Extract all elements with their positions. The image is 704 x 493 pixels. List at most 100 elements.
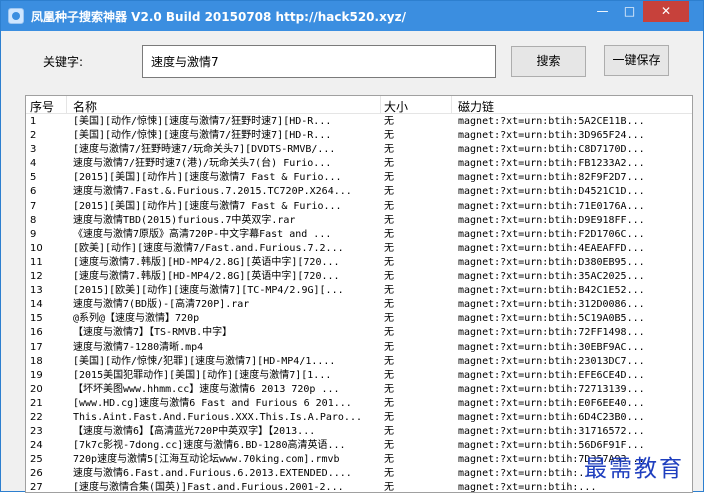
row-size: 无	[384, 468, 394, 480]
row-size: 无	[384, 130, 394, 142]
table-row[interactable]: 8 速度与激情TBD(2015)furious.7中英双字.rar 无 magnet:…	[26, 214, 692, 228]
list-rows: 1 [美国][动作/惊悚][速度与激情7/狂野时速7][HD-R... 无 magne…	[26, 115, 692, 493]
row-size: 无	[384, 299, 394, 311]
row-name: [美国][动作/惊悚][速度与激情7/狂野时速7][HD-R...	[73, 130, 332, 142]
results-list[interactable]: 序号 名称 大小 磁力链 1 [美国][动作/惊悚][速度与激情7/狂野时速7][…	[25, 95, 693, 493]
row-size: 无	[384, 383, 394, 395]
table-row[interactable]: 12 [速度与激情7.韩版][HD-MP4/2.8G][英语中字][720... 无…	[26, 270, 692, 284]
column-divider[interactable]	[451, 96, 452, 114]
column-header-no[interactable]: 序号	[30, 98, 54, 115]
row-name: 速度与激情TBD(2015)furious.7中英双字.rar	[73, 214, 296, 226]
row-size: 无	[384, 369, 394, 381]
row-size: 无	[384, 411, 394, 423]
column-header-size[interactable]: 大小	[384, 98, 408, 115]
table-row[interactable]: 17 速度与激情7-1280清晰.mp4 无 magnet:?xt=urn:btih:…	[26, 341, 692, 355]
row-magnet-link: magnet:?xt=urn:btih:4EAEAFFD...	[458, 242, 645, 254]
table-row[interactable]: 22 This.Aint.Fast.And.Furious.XXX.This.Is…	[26, 411, 692, 425]
keyword-input[interactable]: 速度与激情7	[142, 45, 496, 78]
row-magnet-link: magnet:?xt=urn:btih:...	[458, 482, 597, 493]
maximize-button[interactable]: □	[616, 1, 643, 22]
row-name: [速度与激情7.韩版][HD-MP4/2.8G][英语中字][720...	[73, 271, 340, 283]
row-magnet-link: magnet:?xt=urn:btih:312D0086...	[458, 299, 645, 311]
table-row[interactable]: 9 《速度与激情7原版》高清720P-中文字幕Fast and ... 无 magne…	[26, 228, 692, 242]
table-row[interactable]: 23 【速度与激情6】【高清蓝光720P中英双字】【2013... 无 magnet:…	[26, 425, 692, 439]
row-magnet-link: magnet:?xt=urn:btih:71E0176A...	[458, 200, 645, 212]
row-magnet-link: magnet:?xt=urn:btih:23013DC7...	[458, 355, 645, 367]
table-row[interactable]: 6 速度与激情7.Fast.&.Furious.7.2015.TC720P.X26…	[26, 185, 692, 199]
row-magnet-link: magnet:?xt=urn:btih:F2D1706C...	[458, 228, 645, 240]
table-row[interactable]: 16 【速度与激情7】【TS-RMVB.中字】 无 magnet:?xt=urn:bt…	[26, 326, 692, 340]
row-name: [速度与激情合集(国英)]Fast.and.Furious.2001-2...	[73, 482, 344, 493]
row-size: 无	[384, 158, 394, 170]
table-row[interactable]: 10 [欧美][动作][速度与激情7/Fast.and.Furious.7.2..…	[26, 242, 692, 256]
minimize-button[interactable]: —	[589, 1, 616, 22]
row-magnet-link: magnet:?xt=urn:btih:D4521C1D...	[458, 186, 645, 198]
row-magnet-link: magnet:?xt=urn:btih:B42C1E52...	[458, 285, 645, 297]
table-row[interactable]: 13 [2015][欧美][动作][速度与激情7][TC-MP4/2.9G][..…	[26, 284, 692, 298]
row-number: 3	[30, 144, 37, 156]
row-number: 21	[30, 397, 43, 409]
row-magnet-link: magnet:?xt=urn:btih:3D965F24...	[458, 130, 645, 142]
row-number: 7	[30, 200, 37, 212]
row-size: 无	[384, 242, 394, 254]
table-row[interactable]: 1 [美国][动作/惊悚][速度与激情7/狂野时速7][HD-R... 无 magne…	[26, 115, 692, 129]
app-window: 凤凰种子搜索神器 V2.0 Build 20150708 http://hack…	[0, 0, 704, 493]
table-row[interactable]: 14 速度与激情7(BD版)-[高清720P].rar 无 magnet:?xt=ur…	[26, 298, 692, 312]
column-divider[interactable]	[380, 96, 381, 114]
row-number: 27	[30, 482, 43, 493]
row-magnet-link: magnet:?xt=urn:btih:30EBF9AC...	[458, 341, 645, 353]
table-row[interactable]: 21 [www.HD.cg]速度与激情6 Fast and Furious 6 2…	[26, 397, 692, 411]
row-name: [美国][动作/惊悚][速度与激情7/狂野时速7][HD-R...	[73, 116, 332, 127]
row-number: 11	[30, 256, 43, 268]
row-magnet-link: magnet:?xt=urn:btih:31716572...	[458, 426, 645, 438]
table-row[interactable]: 7 [2015][美国][动作片][速度与激情7 Fast & Furio... 无…	[26, 200, 692, 214]
row-number: 5	[30, 172, 37, 184]
save-all-button[interactable]: 一键保存	[604, 45, 669, 76]
row-name: 速度与激情7-1280清晰.mp4	[73, 341, 204, 353]
row-size: 无	[384, 285, 394, 297]
row-number: 4	[30, 158, 37, 170]
app-logo-icon	[8, 8, 24, 24]
row-name: [www.HD.cg]速度与激情6 Fast and Furious 6 201…	[73, 397, 352, 409]
table-row[interactable]: 20 【坏坏美图www.hhmm.cc】速度与激情6 2013 720p ... 无…	[26, 383, 692, 397]
table-row[interactable]: 15 @系列@【速度与激情】720p 无 magnet:?xt=urn:btih:5C…	[26, 312, 692, 326]
row-number: 13	[30, 285, 43, 297]
row-name: [2015美国犯罪动作][美国][动作][速度与激情7][1...	[73, 369, 332, 381]
table-row[interactable]: 27 [速度与激情合集(国英)]Fast.and.Furious.2001-2..…	[26, 481, 692, 493]
row-number: 9	[30, 228, 37, 240]
row-name: [美国][动作/惊悚/犯罪][速度与激情7][HD-MP4/1....	[73, 355, 336, 367]
row-number: 15	[30, 313, 43, 325]
column-header-magnet[interactable]: 磁力链	[458, 98, 494, 115]
table-row[interactable]: 3 [速度与激情7/狂野時速7/玩命关头7][DVDTS-RMVB/... 无 mag…	[26, 143, 692, 157]
row-magnet-link: magnet:?xt=urn:btih:C8D7170D...	[458, 144, 645, 156]
row-size: 无	[384, 426, 394, 438]
row-name: 《速度与激情7原版》高清720P-中文字幕Fast and ...	[73, 228, 332, 240]
table-row[interactable]: 4 速度与激情7/狂野时速7(港)/玩命关头7(台) Furio... 无 magne…	[26, 157, 692, 171]
table-row[interactable]: 5 [2015][美国][动作片][速度与激情7 Fast & Furio... 无…	[26, 171, 692, 185]
row-size: 无	[384, 341, 394, 353]
row-name: 720p速度与激情5[江海互动论坛www.70king.com].rmvb	[73, 454, 340, 466]
row-magnet-link: magnet:?xt=urn:btih:35AC2025...	[458, 271, 645, 283]
table-row[interactable]: 19 [2015美国犯罪动作][美国][动作][速度与激情7][1... 无 magn…	[26, 369, 692, 383]
row-name: [7k7c影视-7dong.cc]速度与激情6.BD-1280高清英语...	[73, 440, 346, 452]
row-number: 1	[30, 116, 37, 127]
row-number: 12	[30, 271, 43, 283]
table-row[interactable]: 2 [美国][动作/惊悚][速度与激情7/狂野时速7][HD-R... 无 magne…	[26, 129, 692, 143]
row-number: 26	[30, 468, 43, 480]
title-bar[interactable]: 凤凰种子搜索神器 V2.0 Build 20150708 http://hack…	[1, 1, 703, 31]
column-divider[interactable]	[66, 96, 67, 114]
table-row[interactable]: 18 [美国][动作/惊悚/犯罪][速度与激情7][HD-MP4/1.... 无 ma…	[26, 355, 692, 369]
column-header-name[interactable]: 名称	[73, 98, 97, 115]
row-name: [2015][欧美][动作][速度与激情7][TC-MP4/2.9G][...	[73, 285, 344, 297]
table-row[interactable]: 11 [速度与激情7.韩版][HD-MP4/2.8G][英语中字][720... 无…	[26, 256, 692, 270]
search-button[interactable]: 搜索	[511, 46, 586, 77]
row-number: 20	[30, 383, 43, 395]
row-name: [2015][美国][动作片][速度与激情7 Fast & Furio...	[73, 172, 342, 184]
list-header: 序号 名称 大小 磁力链	[26, 96, 692, 114]
row-size: 无	[384, 327, 394, 339]
row-number: 2	[30, 130, 37, 142]
row-magnet-link: magnet:?xt=urn:btih:6D4C23B0...	[458, 411, 645, 423]
row-size: 无	[384, 397, 394, 409]
close-button[interactable]: ✕	[643, 1, 689, 22]
row-name: 速度与激情6.Fast.and.Furious.6.2013.EXTENDED.…	[73, 468, 352, 480]
